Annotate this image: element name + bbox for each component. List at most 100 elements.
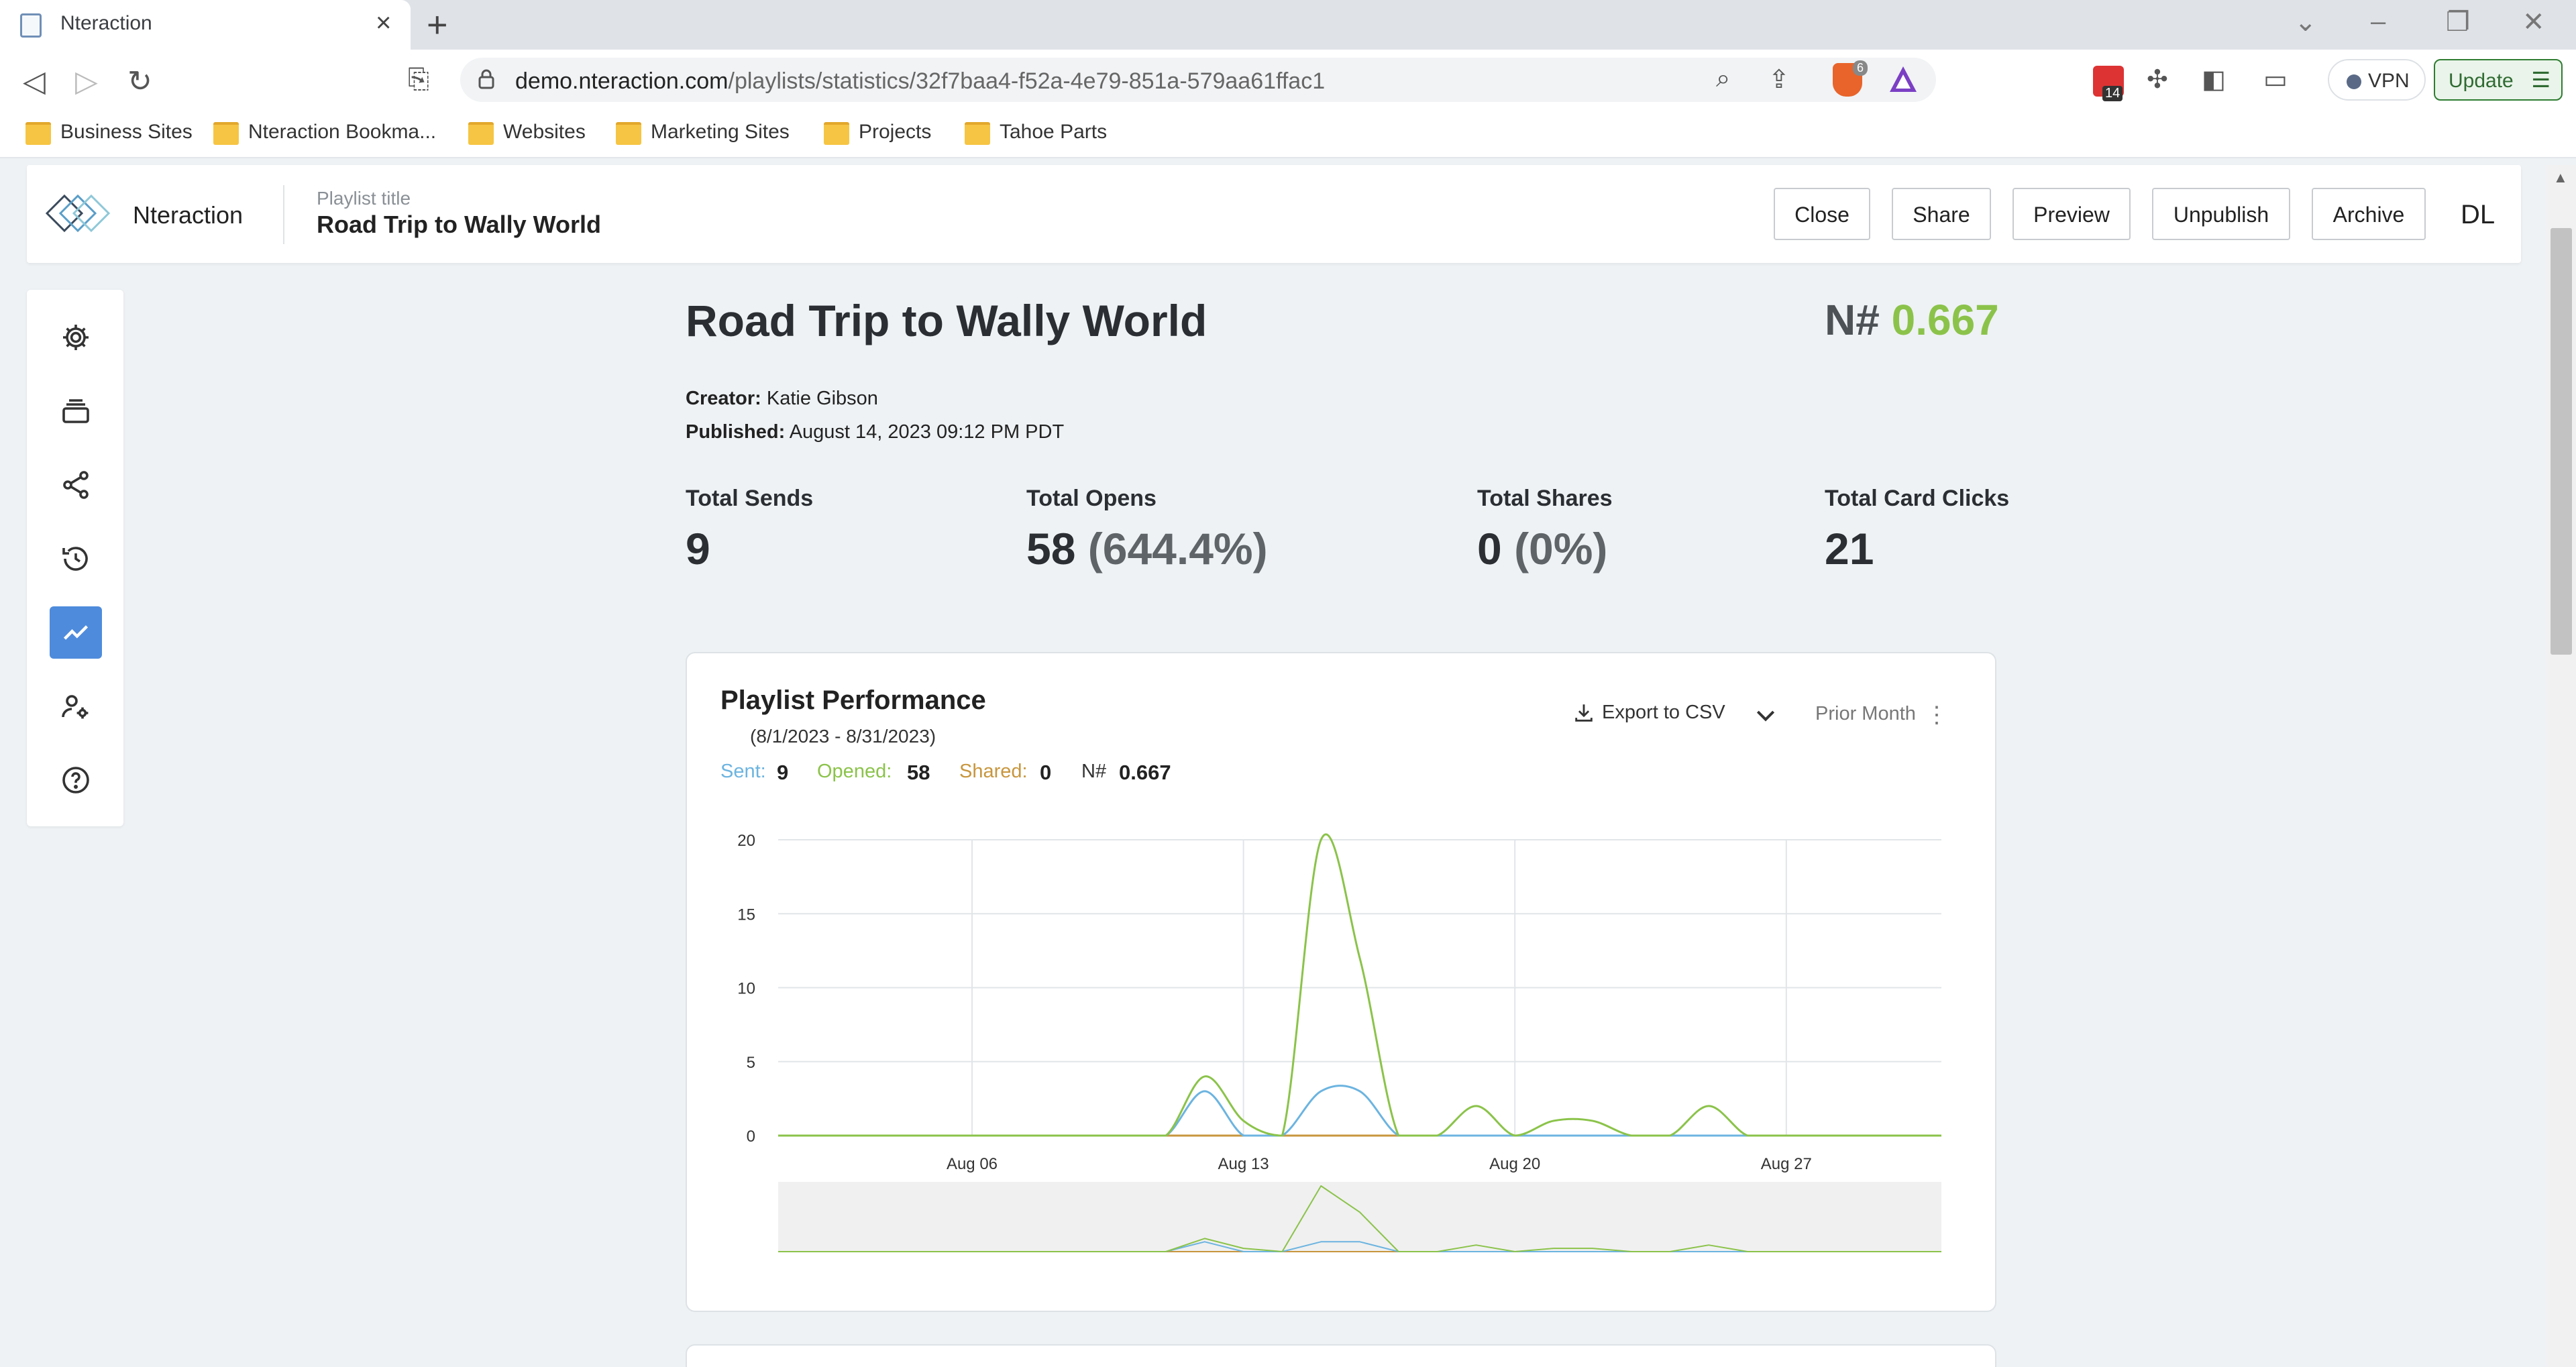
playlist-title: Road Trip to Wally World (317, 211, 602, 238)
bookmark-folder[interactable]: Nteraction Bookma... (213, 121, 436, 145)
share-button[interactable]: Share (1892, 188, 1991, 240)
next-card (686, 1344, 1996, 1367)
close-button[interactable]: Close (1774, 188, 1870, 240)
total-clicks-label: Total Card Clicks (1825, 486, 2010, 511)
tab-search-icon[interactable]: ⌄ (2294, 7, 2317, 38)
back-icon[interactable]: ◁ (23, 64, 46, 99)
creator-name: Katie Gibson (766, 388, 878, 409)
shield-badge: 6 (1852, 60, 1868, 76)
close-tab-icon[interactable]: × (376, 8, 391, 38)
unpublish-button[interactable]: Unpublish (2152, 188, 2290, 240)
x-tick-label: Aug 20 (1489, 1155, 1540, 1173)
n-score: N# 0.667 (1825, 295, 1999, 345)
forward-icon[interactable]: ▷ (75, 64, 98, 99)
rewards-icon[interactable] (1888, 64, 1919, 94)
user-settings-icon[interactable] (50, 680, 102, 732)
export-label: Export to CSV (1602, 702, 1725, 723)
address-bar[interactable]: demo.nteraction.com/playlists/statistics… (460, 58, 1936, 102)
bookmark-folder[interactable]: Projects (824, 121, 931, 145)
x-tick-label: Aug 27 (1761, 1155, 1812, 1173)
extension-calendar-icon[interactable]: 14 (2093, 66, 2124, 101)
new-tab-button[interactable]: + (427, 4, 448, 46)
download-icon (1575, 704, 1593, 722)
history-icon[interactable] (50, 533, 102, 585)
total-sends-label: Total Sends (686, 486, 814, 511)
extension-badge: 14 (2102, 86, 2123, 101)
close-window-button[interactable]: ✕ (2522, 7, 2545, 38)
reload-icon[interactable]: ↻ (127, 64, 152, 99)
published-label: Published: (686, 421, 786, 443)
bookmark-icon[interactable]: ⎘ (408, 64, 429, 95)
shares-count: 0 (1477, 524, 1502, 573)
x-tick-label: Aug 13 (1218, 1155, 1269, 1173)
menu-icon: ☰ (2531, 68, 2551, 92)
nteraction-logo (45, 194, 111, 233)
n-score-label: N# (1825, 296, 1880, 344)
total-shares-label: Total Shares (1477, 486, 1613, 511)
bookmark-folder[interactable]: Marketing Sites (616, 121, 790, 145)
archive-button[interactable]: Archive (2312, 188, 2426, 240)
user-avatar[interactable]: DL (2461, 200, 2495, 230)
total-opens-value: 58 (644.4%) (1026, 523, 1268, 574)
opens-count: 58 (1026, 524, 1076, 573)
bookmark-folder[interactable]: Tahoe Parts (965, 121, 1107, 145)
header-divider (283, 185, 284, 244)
brave-shield-icon[interactable]: 6 (1833, 60, 1868, 97)
browser-tab[interactable]: Nteraction × (0, 0, 411, 50)
zoom-icon[interactable]: ⌕ (1716, 64, 1730, 93)
url-text: demo.nteraction.com/playlists/statistics… (515, 68, 1326, 94)
total-shares-value: 0 (0%) (1477, 523, 1607, 574)
vpn-button[interactable]: VPN (2328, 59, 2426, 101)
legend-sent-label: Sent: (720, 761, 766, 782)
lock-icon (478, 69, 494, 89)
export-csv-button[interactable]: Export to CSV (1572, 702, 1725, 724)
performance-chart: 0 5 10 15 20 Aug 06 Aug 13 Aug 20 Aug 27 (737, 832, 1941, 1252)
vpn-label: VPN (2368, 70, 2410, 92)
legend-n-label: N# (1081, 761, 1107, 782)
preview-button[interactable]: Preview (2012, 188, 2131, 240)
y-tick-label: 10 (737, 980, 755, 998)
opens-percent: (644.4%) (1087, 524, 1268, 573)
x-tick-label: Aug 06 (947, 1155, 998, 1173)
bookmark-folder[interactable]: Websites (468, 121, 586, 145)
minimize-button[interactable]: – (2371, 7, 2385, 37)
legend-opened-label: Opened: (817, 761, 892, 782)
share-page-icon[interactable]: ⇪ (1768, 64, 1790, 95)
legend-n-value: 0.667 (1119, 761, 1171, 784)
sidebar-toggle-icon[interactable]: ◧ (2202, 64, 2226, 95)
creator-label: Creator: (686, 388, 761, 409)
page-icon (20, 13, 42, 38)
series-line-sent (777, 1085, 1941, 1137)
layers-icon[interactable] (50, 385, 102, 437)
gear-icon[interactable] (50, 311, 102, 364)
trending-icon[interactable] (50, 606, 102, 659)
page-title: Road Trip to Wally World (686, 296, 1208, 345)
playlist-title-label: Playlist title (317, 188, 411, 209)
extensions-icon[interactable]: ✣ (2147, 64, 2168, 95)
scroll-up-icon[interactable]: ▲ (2553, 169, 2568, 186)
restore-button[interactable]: ❐ (2446, 7, 2470, 38)
y-tick-label: 5 (747, 1054, 755, 1072)
legend-shared-label: Shared: (959, 761, 1028, 782)
legend-opened-value: 58 (907, 761, 930, 784)
wallet-icon[interactable]: ▭ (2263, 64, 2288, 95)
total-opens-label: Total Opens (1026, 486, 1157, 511)
more-options-icon[interactable]: ⋮ (1925, 702, 1948, 728)
legend-sent-value: 9 (777, 761, 789, 784)
update-label: Update (2449, 70, 2514, 92)
scrollbar-thumb[interactable] (2551, 228, 2572, 655)
card-title: Playlist Performance (720, 686, 986, 715)
help-icon[interactable] (50, 754, 102, 806)
tab-title: Nteraction (60, 12, 152, 34)
bookmark-folder[interactable]: Business Sites (25, 121, 193, 145)
y-tick-label: 20 (737, 832, 755, 850)
update-button[interactable]: Update ☰ (2434, 59, 2563, 101)
published-line: Published: August 14, 2023 09:12 PM PDT (686, 421, 1064, 443)
period-selector[interactable]: Prior Month (1815, 703, 1916, 725)
date-range: (8/1/2023 - 8/31/2023) (750, 726, 936, 747)
n-score-value: 0.667 (1891, 296, 1999, 344)
total-clicks-value: 21 (1825, 524, 1874, 573)
chevron-down-icon[interactable] (1752, 702, 1779, 728)
creator-line: Creator: Katie Gibson (686, 388, 878, 410)
share-icon[interactable] (50, 459, 102, 511)
